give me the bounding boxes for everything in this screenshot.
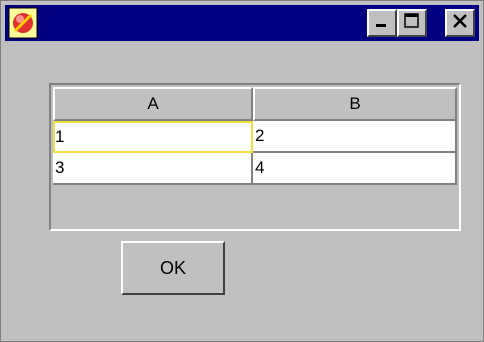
- app-icon[interactable]: [8, 7, 38, 39]
- dialog-window: A B 1 2 3 4 OK: [0, 0, 484, 342]
- table-grid: A B 1 2 3 4: [53, 87, 457, 227]
- table-cell-r1-a[interactable]: 1: [53, 121, 253, 153]
- table-cell-r1-b[interactable]: 2: [253, 121, 457, 153]
- data-table: A B 1 2 3 4: [49, 83, 461, 231]
- title-bar[interactable]: [5, 5, 479, 41]
- column-header-a[interactable]: A: [53, 87, 253, 121]
- table-cell-r2-a[interactable]: 3: [53, 153, 253, 185]
- table-cell-r2-b[interactable]: 4: [253, 153, 457, 185]
- minimize-button[interactable]: [367, 9, 397, 37]
- maximize-button[interactable]: [397, 9, 427, 37]
- maximize-icon: [403, 12, 421, 35]
- column-header-b[interactable]: B: [253, 87, 457, 121]
- close-button[interactable]: [445, 9, 475, 37]
- close-icon: [451, 12, 469, 35]
- dialog-content: A B 1 2 3 4 OK: [5, 43, 479, 337]
- minimize-icon: [374, 13, 390, 34]
- ok-button[interactable]: OK: [121, 241, 225, 295]
